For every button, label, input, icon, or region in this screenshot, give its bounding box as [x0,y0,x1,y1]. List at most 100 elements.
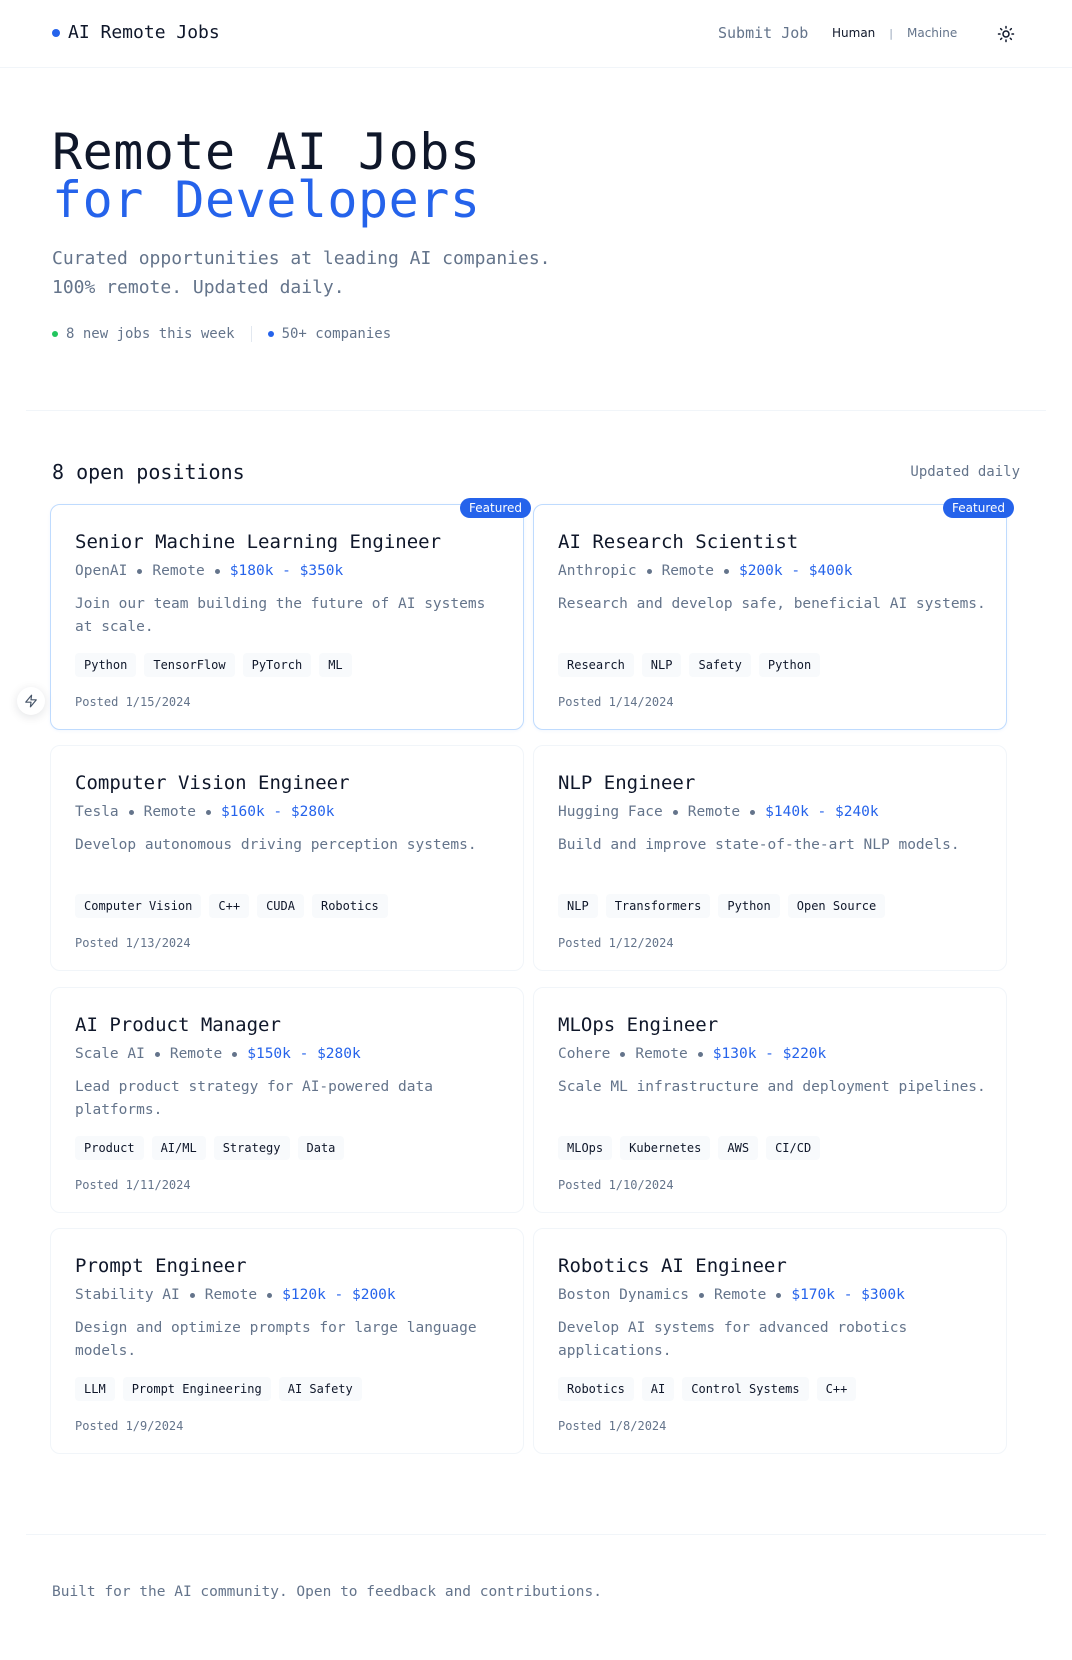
stat-companies: 50+ companies [267,326,391,342]
meta-dot-icon [189,1292,195,1298]
meta-dot-icon [128,809,134,815]
job-company: Cohere [558,1046,611,1062]
job-card[interactable]: Robotics AI Engineer Boston Dynamics Remot… [533,1228,1007,1454]
job-meta: Anthropic Remote $200k - $400k [558,563,852,579]
job-salary: $200k - $400k [738,563,853,579]
job-posted-date: Posted 1/10/2024 [558,1178,674,1192]
green-dot-icon [52,331,58,337]
meta-dot-icon [698,1292,704,1298]
job-location: Remote [169,1046,223,1062]
job-salary: $180k - $350k [229,563,344,579]
job-location: Remote [204,1287,258,1303]
job-card[interactable]: Featured AI Research Scientist Anthropic Re… [533,498,1014,730]
meta-dot-icon [750,809,756,815]
job-description: Research and develop safe, beneficial AI… [558,596,986,612]
job-card[interactable]: MLOps Engineer Cohere Remote $130k - $220k S… [533,987,1007,1213]
job-location: Remote [661,563,714,579]
job-tags: Product AI/ML Strategy Data [75,1136,345,1160]
job-company: Tesla [75,804,119,820]
job-tag: AI/ML [151,1136,206,1160]
hero-stats: 8 new jobs this week 50+ companies [52,326,391,342]
job-title[interactable]: NLP Engineer [558,772,695,794]
job-description: Join our team building the future of AI … [75,596,486,635]
job-card[interactable]: NLP Engineer Hugging Face Remote $140k - $2… [533,745,1007,971]
sun-icon [997,25,1015,43]
meta-dot-icon [776,1292,782,1298]
job-meta: Boston Dynamics Remote $170k - $300k [558,1287,905,1303]
job-tags: Robotics AI Control Systems C++ [558,1377,857,1401]
job-tag: Open Source [787,894,886,918]
job-description: Build and improve state-of-the-art NLP m… [558,837,960,853]
job-title[interactable]: AI Research Scientist [558,531,798,553]
job-meta: Stability AI Remote $120k - $200k [75,1287,396,1303]
job-card[interactable]: AI Product Manager Scale AI Remote $150k - … [50,987,524,1213]
job-meta: Hugging Face Remote $140k - $240k [558,804,879,820]
job-description: Develop AI systems for advanced robotics… [558,1320,908,1359]
job-tag: CI/CD [766,1136,821,1160]
job-posted-date: Posted 1/9/2024 [75,1419,184,1433]
meta-dot-icon [232,1051,238,1057]
job-tag: Robotics [311,894,388,918]
job-tag: AI [641,1377,675,1401]
job-title[interactable]: Senior Machine Learning Engineer [75,531,441,553]
job-company: Stability AI [75,1287,180,1303]
job-title[interactable]: AI Product Manager [75,1014,281,1036]
top-nav: AI Remote Jobs Submit Job Human | Machin… [0,0,1072,68]
job-card[interactable]: Featured Senior Machine Learning Engineer… [50,498,531,730]
job-tag: LLM [75,1377,115,1401]
quick-action-button[interactable] [17,687,45,715]
job-posted-date: Posted 1/13/2024 [75,936,191,950]
submit-job-link[interactable]: Submit Job [718,24,808,42]
brand-link[interactable]: AI Remote Jobs [52,22,220,43]
job-tags: MLOps Kubernetes AWS CI/CD [558,1136,821,1160]
job-description: Lead product strategy for AI-powered dat… [75,1079,433,1118]
hero-subtitle: Curated opportunities at leading AI comp… [52,244,612,302]
job-posted-date: Posted 1/14/2024 [558,695,674,709]
job-tag: C++ [209,894,250,918]
stat-divider [250,326,252,342]
blue-dot-icon [267,331,274,337]
job-description: Design and optimize prompts for large la… [75,1320,477,1359]
job-tag: Prompt Engineering [122,1377,271,1401]
job-tag: Safety [689,653,751,677]
lightning-bolt-icon [25,694,37,708]
theme-toggle-button[interactable] [994,22,1018,46]
job-meta: Cohere Remote $130k - $220k [558,1046,826,1062]
job-tag: C++ [816,1377,857,1401]
job-tag: CUDA [257,894,304,918]
job-title[interactable]: Robotics AI Engineer [558,1255,787,1277]
job-card[interactable]: Prompt Engineer Stability AI Remote $120k -… [50,1228,524,1454]
section-divider [26,410,1046,411]
job-card[interactable]: Computer Vision Engineer Tesla Remote $160k… [50,745,524,971]
job-tags: NLP Transformers Python Open Source [558,894,886,918]
meta-dot-icon [697,1051,703,1057]
job-company: Boston Dynamics [558,1287,689,1303]
job-salary: $120k - $200k [282,1287,396,1303]
job-meta: Scale AI Remote $150k - $280k [75,1046,361,1062]
job-title[interactable]: Prompt Engineer [75,1255,247,1277]
job-tag: Strategy [213,1136,290,1160]
job-tag: PyTorch [242,653,312,677]
mode-human-button[interactable]: Human [832,26,875,40]
job-location: Remote [713,1287,767,1303]
updated-label: Updated daily [910,464,1020,480]
job-tag: MLOps [558,1136,613,1160]
mode-machine-button[interactable]: Machine [907,26,957,40]
job-tag: ML [319,653,352,677]
job-title[interactable]: Computer Vision Engineer [75,772,350,794]
job-tag: NLP [558,894,598,918]
job-tag: Python [75,653,137,677]
job-title[interactable]: MLOps Engineer [558,1014,718,1036]
job-posted-date: Posted 1/8/2024 [558,1419,667,1433]
job-tag: Robotics [558,1377,634,1401]
job-salary: $140k - $240k [765,804,879,820]
meta-dot-icon [723,568,729,574]
mode-toggle: Human | Machine [832,26,957,40]
job-meta: OpenAI Remote $180k - $350k [75,563,343,579]
meta-dot-icon [154,1051,160,1057]
job-tag: Python [718,894,780,918]
footer-divider [26,1534,1046,1535]
job-salary: $160k - $280k [221,804,335,820]
meta-dot-icon [646,568,652,574]
stat-new-jobs-label: 8 new jobs this week [66,326,235,342]
